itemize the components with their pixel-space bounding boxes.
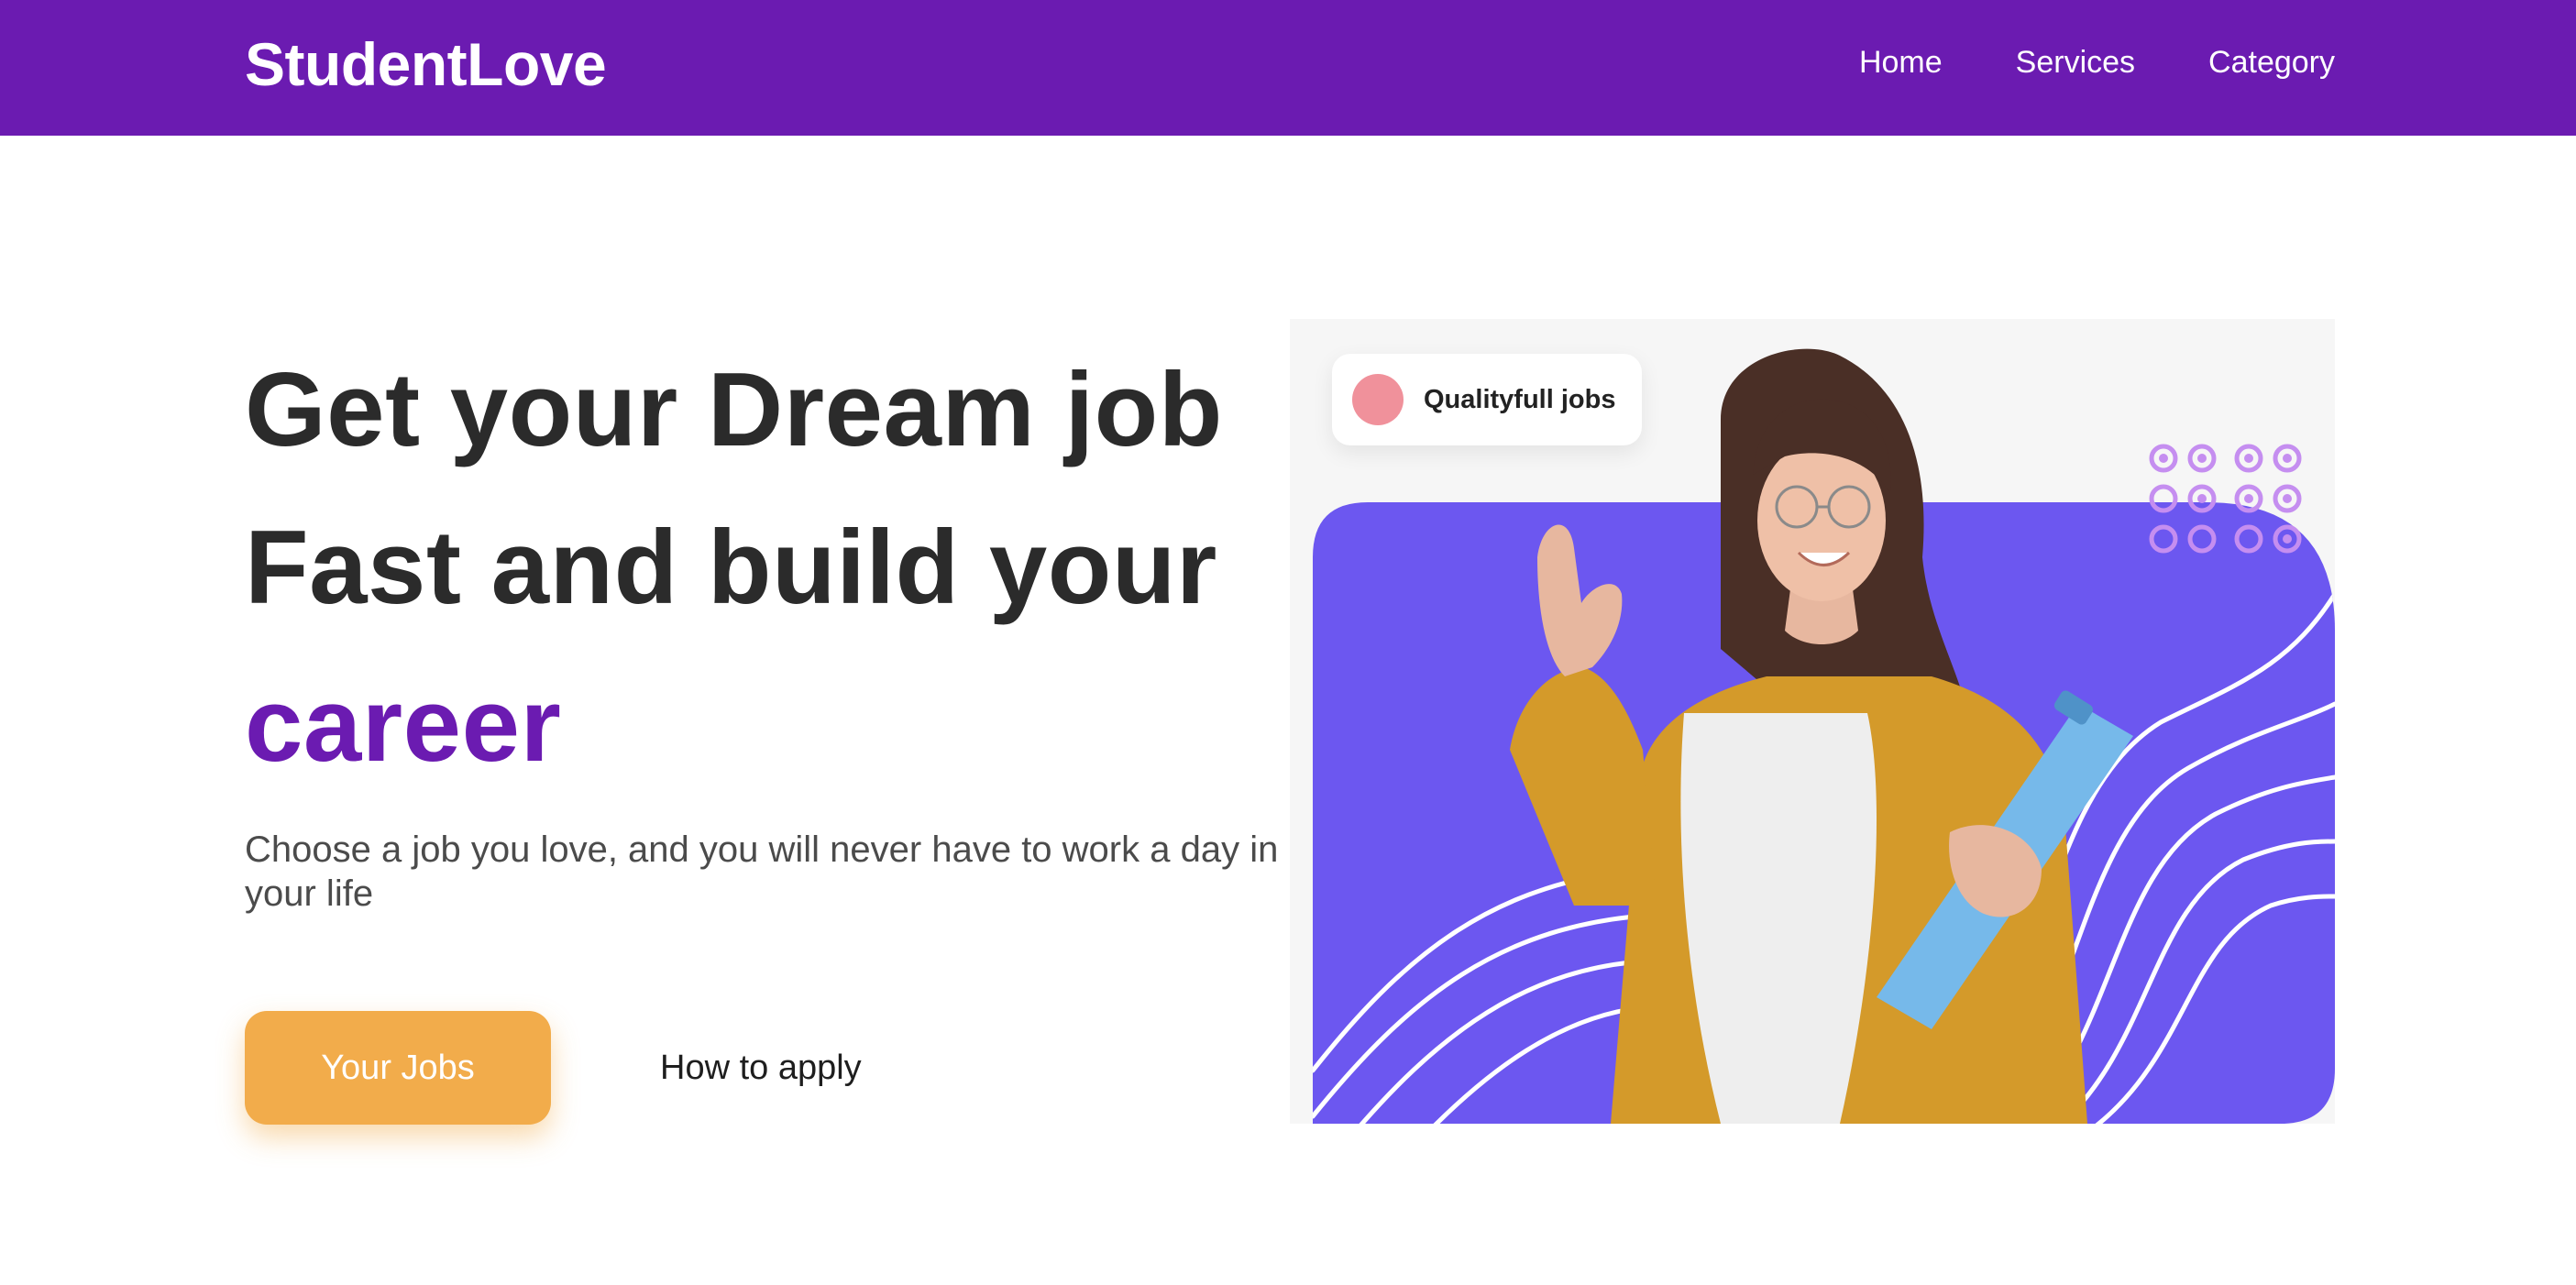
badge-dot-icon	[1352, 374, 1404, 425]
quality-jobs-badge: Qualityfull jobs	[1332, 354, 1642, 445]
hero-title-line-1: Get your Dream job	[245, 352, 1223, 468]
nav-links: Home Services Category	[1859, 40, 2335, 84]
hero-subtitle: Choose a job you love, and you will neve…	[245, 829, 1279, 914]
navbar: StudentLove Home Services Category	[0, 0, 2576, 136]
badge-label: Qualityfull jobs	[1424, 384, 1616, 414]
hero-title: Get your Dream job Fast and build your c…	[245, 332, 1223, 805]
hero-title-line-2: Fast and build your	[245, 510, 1217, 626]
how-to-apply-link[interactable]: How to apply	[660, 1046, 862, 1090]
hero-illustration: Qualityfull jobs	[1290, 319, 2335, 1124]
your-jobs-button[interactable]: Your Jobs	[245, 1011, 551, 1125]
nav-link-home[interactable]: Home	[1859, 40, 1943, 84]
nav-link-services[interactable]: Services	[2016, 40, 2135, 84]
hero-title-accent: career	[245, 667, 562, 784]
nav-link-category[interactable]: Category	[2208, 40, 2335, 84]
brand-logo[interactable]: StudentLove	[245, 26, 607, 103]
